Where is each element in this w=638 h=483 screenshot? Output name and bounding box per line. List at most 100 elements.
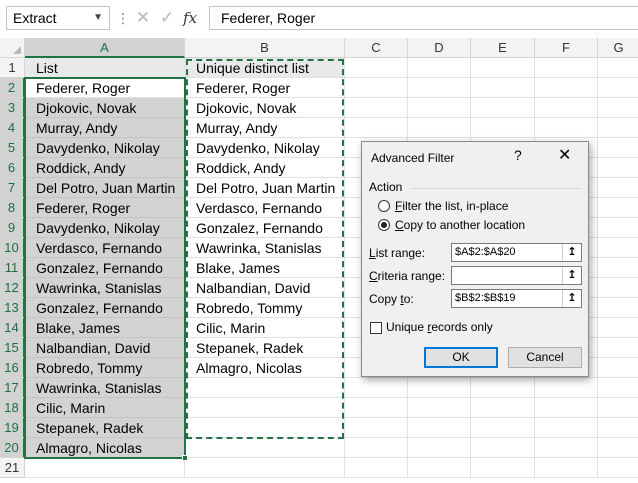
cell-e17[interactable] <box>471 378 535 398</box>
cell-g3[interactable] <box>598 98 638 118</box>
cell-c21[interactable] <box>345 458 408 478</box>
cell-g19[interactable] <box>598 418 638 438</box>
cell-b13[interactable]: Robredo, Tommy <box>185 298 345 318</box>
fx-icon[interactable]: fx <box>179 6 201 30</box>
ok-button[interactable]: OK <box>424 347 498 368</box>
cell-g13[interactable] <box>598 298 638 318</box>
cell-a3[interactable]: Djokovic, Novak <box>25 98 185 118</box>
row-header[interactable]: 13 <box>0 298 25 318</box>
cell-a6[interactable]: Roddick, Andy <box>25 158 185 178</box>
close-icon[interactable]: ✕ <box>558 145 571 165</box>
cell-b12[interactable]: Nalbandian, David <box>185 278 345 298</box>
cell-d19[interactable] <box>408 418 471 438</box>
chevron-down-icon[interactable]: ▼ <box>93 7 103 29</box>
cell-b11[interactable]: Blake, James <box>185 258 345 278</box>
cell-b6[interactable]: Roddick, Andy <box>185 158 345 178</box>
fill-handle[interactable] <box>182 455 188 461</box>
row-header[interactable]: 6 <box>0 158 25 178</box>
cell-b4[interactable]: Murray, Andy <box>185 118 345 138</box>
cell-e1[interactable] <box>471 58 535 78</box>
cell-b3[interactable]: Djokovic, Novak <box>185 98 345 118</box>
cell-g7[interactable] <box>598 178 638 198</box>
column-header-a[interactable]: A <box>25 38 185 58</box>
cell-a16[interactable]: Robredo, Tommy <box>25 358 185 378</box>
cell-g15[interactable] <box>598 338 638 358</box>
row-header[interactable]: 14 <box>0 318 25 338</box>
row-header[interactable]: 3 <box>0 98 25 118</box>
row-header[interactable]: 15 <box>0 338 25 358</box>
cell-e3[interactable] <box>471 98 535 118</box>
cell-a2[interactable]: Federer, Roger <box>25 78 185 98</box>
collapse-dialog-icon[interactable]: ↥ <box>562 290 581 307</box>
row-header[interactable]: 11 <box>0 258 25 278</box>
cell-e4[interactable] <box>471 118 535 138</box>
column-header-c[interactable]: C <box>345 38 408 58</box>
cell-g8[interactable] <box>598 198 638 218</box>
cell-a9[interactable]: Davydenko, Nikolay <box>25 218 185 238</box>
cell-c18[interactable] <box>345 398 408 418</box>
row-header[interactable]: 21 <box>0 458 25 478</box>
filter-in-place-radio[interactable] <box>378 200 390 212</box>
cell-f21[interactable] <box>535 458 598 478</box>
criteria-range-input[interactable]: ↥ <box>451 266 582 285</box>
row-header[interactable]: 7 <box>0 178 25 198</box>
row-header[interactable]: 17 <box>0 378 25 398</box>
cell-a15[interactable]: Nalbandian, David <box>25 338 185 358</box>
cell-e19[interactable] <box>471 418 535 438</box>
formula-input[interactable]: Federer, Roger <box>209 6 638 30</box>
cell-g16[interactable] <box>598 358 638 378</box>
cell-c17[interactable] <box>345 378 408 398</box>
cell-f1[interactable] <box>535 58 598 78</box>
row-header[interactable]: 12 <box>0 278 25 298</box>
row-header[interactable]: 4 <box>0 118 25 138</box>
cell-a13[interactable]: Gonzalez, Fernando <box>25 298 185 318</box>
cell-f3[interactable] <box>535 98 598 118</box>
cell-b21[interactable] <box>185 458 345 478</box>
column-header-b[interactable]: B <box>185 38 345 58</box>
row-header[interactable]: 10 <box>0 238 25 258</box>
cell-f19[interactable] <box>535 418 598 438</box>
collapse-dialog-icon[interactable]: ↥ <box>562 267 581 284</box>
row-header[interactable]: 18 <box>0 398 25 418</box>
column-header-f[interactable]: F <box>535 38 598 58</box>
cell-a18[interactable]: Cilic, Marin <box>25 398 185 418</box>
cell-b17[interactable] <box>185 378 345 398</box>
cell-a21[interactable] <box>25 458 185 478</box>
cell-d3[interactable] <box>408 98 471 118</box>
cell-g9[interactable] <box>598 218 638 238</box>
unique-records-label[interactable]: Unique records only <box>386 320 493 334</box>
cell-a8[interactable]: Federer, Roger <box>25 198 185 218</box>
check-icon[interactable]: ✓ <box>156 6 178 30</box>
unique-records-checkbox[interactable] <box>370 322 382 334</box>
cell-c4[interactable] <box>345 118 408 138</box>
cell-e20[interactable] <box>471 438 535 458</box>
cell-b19[interactable] <box>185 418 345 438</box>
cell-g1[interactable] <box>598 58 638 78</box>
cell-a4[interactable]: Murray, Andy <box>25 118 185 138</box>
cell-c20[interactable] <box>345 438 408 458</box>
cell-a12[interactable]: Wawrinka, Stanislas <box>25 278 185 298</box>
cell-g12[interactable] <box>598 278 638 298</box>
collapse-dialog-icon[interactable]: ↥ <box>562 244 581 261</box>
cell-b9[interactable]: Gonzalez, Fernando <box>185 218 345 238</box>
cell-b8[interactable]: Verdasco, Fernando <box>185 198 345 218</box>
cell-c1[interactable] <box>345 58 408 78</box>
cell-a14[interactable]: Blake, James <box>25 318 185 338</box>
cell-b2[interactable]: Federer, Roger <box>185 78 345 98</box>
cell-c19[interactable] <box>345 418 408 438</box>
cell-g11[interactable] <box>598 258 638 278</box>
cell-e2[interactable] <box>471 78 535 98</box>
row-header[interactable]: 20 <box>0 438 25 458</box>
cell-a19[interactable]: Stepanek, Radek <box>25 418 185 438</box>
column-header-d[interactable]: D <box>408 38 471 58</box>
row-header[interactable]: 16 <box>0 358 25 378</box>
cell-f4[interactable] <box>535 118 598 138</box>
cell-f20[interactable] <box>535 438 598 458</box>
select-all-corner[interactable] <box>0 38 25 58</box>
cell-a1[interactable]: List <box>25 58 185 78</box>
cell-b14[interactable]: Cilic, Marin <box>185 318 345 338</box>
row-header[interactable]: 8 <box>0 198 25 218</box>
cell-g18[interactable] <box>598 398 638 418</box>
row-header[interactable]: 19 <box>0 418 25 438</box>
cell-c3[interactable] <box>345 98 408 118</box>
